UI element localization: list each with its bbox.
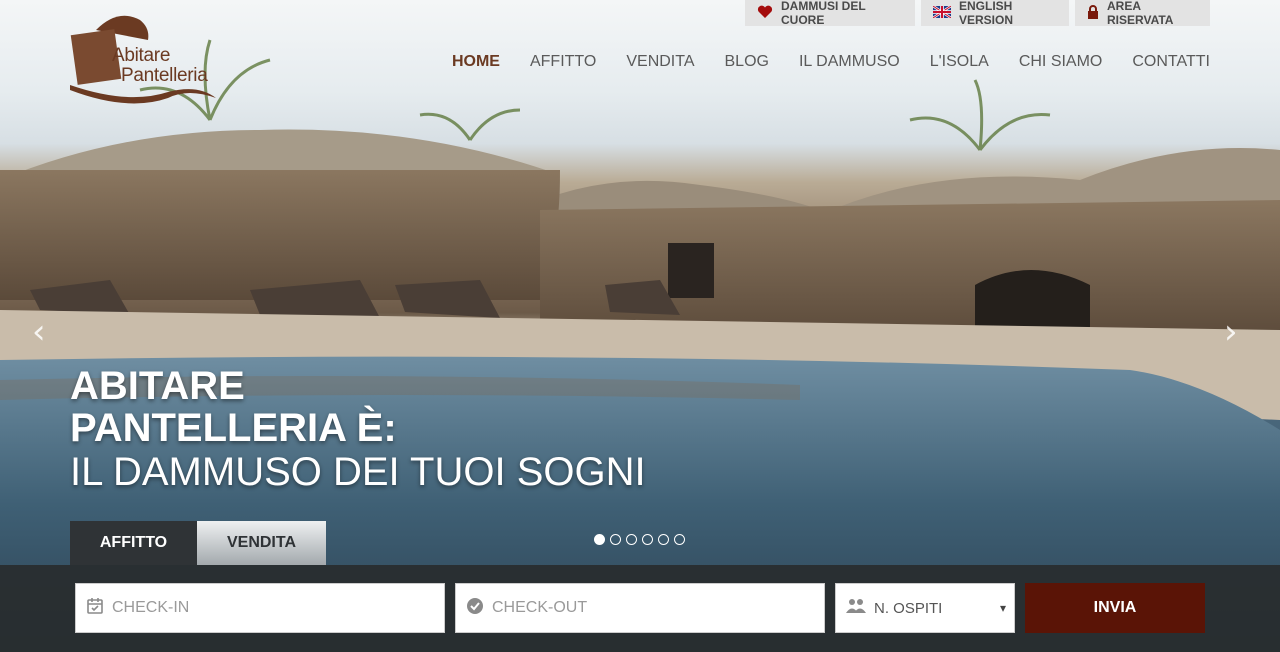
main-nav: HOME AFFITTO VENDITA BLOG IL DAMMUSO L'I…	[452, 53, 1210, 71]
hero-line-1: ABITARE	[70, 364, 245, 408]
checkout-placeholder: CHECK-OUT	[492, 599, 588, 616]
booking-bar: CHECK-IN CHECK-OUT N. OSPITI ▾ INVIA	[0, 565, 1280, 652]
uk-flag-icon	[932, 4, 952, 21]
carousel-dot[interactable]	[626, 534, 637, 545]
reserved-area-link[interactable]: AREA RISERVATA	[1075, 0, 1210, 27]
english-version-link[interactable]: ENGLISH VERSION	[921, 0, 1069, 27]
english-version-label: ENGLISH VERSION	[959, 0, 1014, 27]
tab-affitto[interactable]: AFFITTO	[70, 521, 197, 565]
nav-vendita[interactable]: VENDITA	[626, 53, 694, 71]
chevron-down-icon: ▾	[999, 601, 1006, 615]
site-logo[interactable]: Abitare Pantelleria	[68, 10, 218, 105]
hero-line-3: IL DAMMUSO DEI TUOI SOGNI	[70, 450, 646, 494]
carousel-dot[interactable]	[594, 534, 605, 545]
favorites-label: DAMMUSI DEL CUORE	[781, 0, 866, 27]
reserved-area-label: AREA RISERVATA	[1107, 0, 1174, 27]
carousel-dot[interactable]	[658, 534, 669, 545]
checkout-field[interactable]: CHECK-OUT	[455, 583, 825, 633]
carousel-dot[interactable]	[610, 534, 621, 545]
checkin-field[interactable]: CHECK-IN	[75, 583, 445, 633]
hero-headline: ABITARE PANTELLERIA È: IL DAMMUSO DEI TU…	[70, 365, 646, 495]
favorites-link[interactable]: DAMMUSI DEL CUORE	[745, 0, 915, 27]
check-circle-icon	[466, 597, 484, 620]
heart-icon	[757, 5, 773, 22]
guests-select[interactable]: N. OSPITI ▾	[835, 583, 1015, 633]
users-icon	[846, 598, 866, 619]
submit-button[interactable]: INVIA	[1025, 583, 1205, 633]
hero-line-2: PANTELLERIA È:	[70, 406, 397, 450]
tab-vendita[interactable]: VENDITA	[197, 521, 326, 565]
logo-text-line2: Pantelleria	[121, 65, 208, 86]
nav-il-dammuso[interactable]: IL DAMMUSO	[799, 53, 900, 71]
nav-contatti[interactable]: CONTATTI	[1132, 53, 1210, 71]
nav-affitto[interactable]: AFFITTO	[530, 53, 596, 71]
carousel-prev-icon[interactable]: ‹	[32, 312, 46, 352]
guests-placeholder: N. OSPITI	[874, 599, 943, 617]
carousel-next-icon[interactable]: ›	[1224, 312, 1238, 352]
carousel-dots	[594, 534, 685, 545]
nav-lisola[interactable]: L'ISOLA	[930, 53, 989, 71]
nav-home[interactable]: HOME	[452, 53, 500, 71]
calendar-icon	[86, 597, 104, 620]
nav-chi-siamo[interactable]: CHI SIAMO	[1019, 53, 1103, 71]
carousel-dot[interactable]	[674, 534, 685, 545]
carousel-dot[interactable]	[642, 534, 653, 545]
lock-icon	[1087, 4, 1099, 22]
logo-text-line1: Abitare	[112, 45, 171, 66]
search-tabs: AFFITTO VENDITA	[70, 521, 326, 565]
nav-blog[interactable]: BLOG	[725, 53, 769, 71]
checkin-placeholder: CHECK-IN	[112, 599, 190, 616]
